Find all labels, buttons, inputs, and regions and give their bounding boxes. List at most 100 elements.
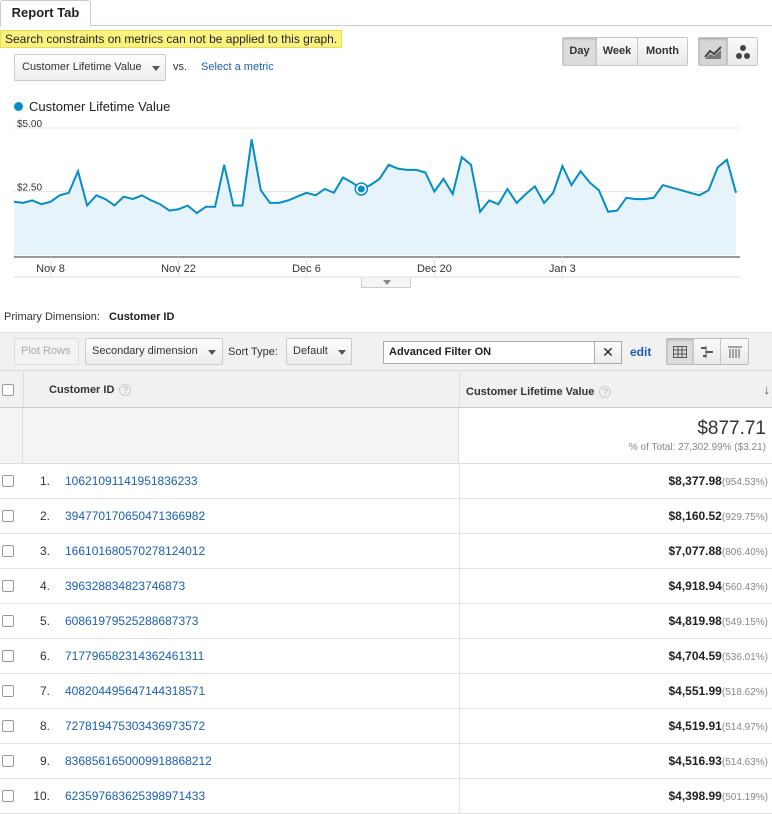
table-row: 9. 8368561650009918868212 $4,516.93(514.63…	[0, 744, 772, 779]
x-tick-label: Nov 22	[161, 263, 196, 275]
table-row: 3. 166101680570278124012 $7,077.88(806.40%…	[0, 534, 772, 569]
customer-id-link[interactable]: 60861979525288687373	[65, 614, 198, 628]
chevron-down-icon	[208, 350, 216, 355]
primary-dimension: Primary Dimension: Customer ID	[4, 311, 174, 323]
customer-id-link[interactable]: 166101680570278124012	[65, 544, 205, 558]
lifetime-value-cell: $7,077.88(806.40%)	[668, 544, 768, 558]
header-lifetime-value-label: Customer Lifetime Value	[466, 386, 595, 398]
table-header: Customer ID? Customer Lifetime Value? ↓	[0, 370, 772, 408]
data-table-view-button[interactable]	[667, 339, 694, 364]
row-rank: 9.	[39, 754, 50, 768]
filter-clear-button[interactable]: ✕	[594, 341, 622, 364]
row-rank: 8.	[39, 719, 50, 733]
primary-dimension-value[interactable]: Customer ID	[109, 311, 174, 323]
total-row: $877.71 % of Total: 27,302.99% ($3.21)	[0, 408, 772, 464]
comparison-view-button[interactable]	[694, 339, 721, 364]
table-row: 6. 717796582314362461311 $4,704.59(536.01%…	[0, 639, 772, 674]
y-tick-label: $2.50	[17, 183, 42, 194]
plot-rows-button[interactable]: Plot Rows	[14, 338, 79, 365]
percent-of-total: (806.40%)	[721, 547, 768, 558]
tab-bar: Report Tab	[0, 0, 772, 27]
row-checkbox[interactable]	[2, 615, 14, 627]
column-divider	[23, 371, 24, 407]
metric-dropdown[interactable]: Customer Lifetime Value	[14, 54, 166, 81]
row-rank: 3.	[39, 544, 50, 558]
row-rank: 6.	[39, 649, 50, 663]
customer-id-link[interactable]: 396328834823746873	[65, 579, 185, 593]
sort-type-value: Default	[293, 345, 328, 357]
primary-dimension-label: Primary Dimension:	[4, 311, 100, 323]
motion-chart-button[interactable]	[728, 38, 757, 65]
table-row: 4. 396328834823746873 $4,918.94(560.43%)	[0, 569, 772, 604]
row-checkbox[interactable]	[2, 510, 14, 522]
row-rank: 2.	[39, 509, 50, 523]
table-row: 7. 408204495647144318571 $4,551.99(518.62%…	[0, 674, 772, 709]
y-tick-label: $5.00	[17, 119, 42, 130]
table-toolbar: Plot Rows Secondary dimension Sort Type:…	[0, 332, 772, 370]
percent-of-total: (514.63%)	[721, 757, 768, 768]
period-day-button[interactable]: Day	[563, 38, 597, 65]
period-month-button[interactable]: Month	[638, 38, 687, 65]
filter-input[interactable]: Advanced Filter ON	[383, 341, 595, 364]
row-checkbox[interactable]	[2, 475, 14, 487]
row-checkbox[interactable]	[2, 755, 14, 767]
row-rank: 5.	[39, 614, 50, 628]
row-rank: 4.	[39, 579, 50, 593]
period-week-button[interactable]: Week	[597, 38, 638, 65]
line-chart-button[interactable]	[699, 38, 728, 65]
customer-id-link[interactable]: 717796582314362461311	[65, 649, 204, 663]
chart-resize-handle[interactable]	[361, 278, 411, 288]
tab-report[interactable]: Report Tab	[0, 0, 91, 27]
help-icon[interactable]: ?	[119, 384, 132, 397]
percent-of-total: (514.97%)	[721, 722, 768, 733]
customer-id-link[interactable]: 408204495647144318571	[65, 684, 205, 698]
sort-type-label: Sort Type:	[228, 346, 278, 358]
vs-label: vs.	[173, 61, 188, 73]
warning-banner: Search constraints on metrics can not be…	[0, 30, 343, 48]
motion-chart-icon	[735, 44, 750, 59]
legend-dot-icon	[14, 102, 23, 111]
header-customer-id[interactable]: Customer ID?	[49, 384, 132, 397]
customer-id-link[interactable]: 623597683625398971433	[65, 789, 205, 803]
select-metric-link[interactable]: Select a metric	[201, 61, 274, 73]
customer-id-link[interactable]: 727819475303436973572	[65, 719, 205, 733]
percent-of-total: (954.53%)	[721, 477, 768, 488]
x-tick-label: Nov 8	[36, 263, 65, 275]
secondary-dimension-dropdown[interactable]: Secondary dimension	[85, 338, 223, 365]
row-checkbox[interactable]	[2, 650, 14, 662]
term-cloud-view-button[interactable]	[721, 339, 748, 364]
customer-id-link[interactable]: 10621091141951836233	[65, 474, 198, 488]
metric-dropdown-label: Customer Lifetime Value	[22, 61, 142, 73]
sort-type-dropdown[interactable]: Default	[286, 338, 352, 365]
help-icon[interactable]: ?	[599, 386, 612, 399]
select-all-checkbox[interactable]	[2, 384, 14, 396]
header-lifetime-value[interactable]: Customer Lifetime Value?	[466, 386, 612, 399]
comparison-icon	[701, 345, 713, 358]
chart-legend: Customer Lifetime Value	[14, 99, 170, 114]
lifetime-value-cell: $4,551.99(518.62%)	[668, 684, 768, 698]
lifetime-value-cell: $4,516.93(514.63%)	[668, 754, 768, 768]
customer-id-link[interactable]: 394770170650471366982	[65, 509, 205, 523]
row-checkbox[interactable]	[2, 685, 14, 697]
secondary-dimension-label: Secondary dimension	[92, 345, 198, 357]
sort-descending-icon[interactable]: ↓	[764, 382, 771, 397]
row-checkbox[interactable]	[2, 545, 14, 557]
row-checkbox[interactable]	[2, 580, 14, 592]
lifetime-value-cell: $4,819.98(549.15%)	[668, 614, 768, 628]
pivot-icon	[727, 346, 742, 358]
filter-edit-link[interactable]: edit	[630, 345, 651, 359]
chevron-down-icon	[383, 280, 391, 285]
customer-id-link[interactable]: 8368561650009918868212	[65, 754, 212, 768]
percent-of-total: (929.75%)	[721, 512, 768, 523]
lifetime-value-cell: $4,918.94(560.43%)	[668, 579, 768, 593]
table-body: 1. 10621091141951836233 $8,377.98(954.53%)…	[0, 464, 772, 814]
percent-of-total: (518.62%)	[721, 687, 768, 698]
legend-label: Customer Lifetime Value	[29, 99, 171, 114]
percent-of-total: (536.01%)	[721, 652, 768, 663]
row-checkbox[interactable]	[2, 790, 14, 802]
row-checkbox[interactable]	[2, 720, 14, 732]
table-row: 2. 394770170650471366982 $8,160.52(929.75%…	[0, 499, 772, 534]
table-view-toggle	[666, 338, 749, 365]
x-tick-label: Dec 20	[417, 263, 452, 275]
line-chart[interactable]: $5.00 $2.50 Nov 8 Nov 22 Dec 6 Dec 20 Jan 3	[0, 118, 772, 278]
